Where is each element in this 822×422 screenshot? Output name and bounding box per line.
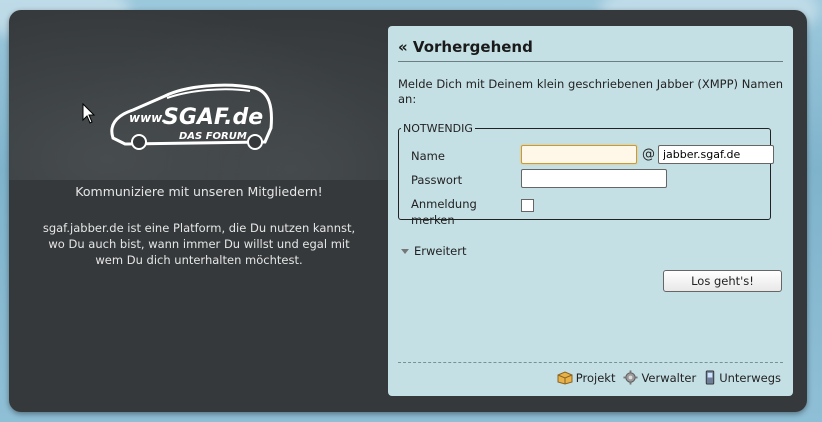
back-link[interactable]: « Vorhergehend bbox=[398, 38, 533, 56]
platform-description: sgaf.jabber.de ist eine Platform, die Du… bbox=[42, 221, 356, 267]
advanced-label: Erweitert bbox=[414, 244, 467, 258]
remember-checkbox[interactable] bbox=[521, 199, 534, 212]
login-instructions: Melde Dich mit Deinem klein geschriebene… bbox=[398, 77, 783, 106]
password-input[interactable] bbox=[521, 169, 667, 188]
phone-icon bbox=[705, 370, 715, 385]
footer-link-projekt[interactable]: Projekt bbox=[557, 370, 616, 385]
footer-link-label: Projekt bbox=[575, 370, 616, 385]
title-divider bbox=[398, 61, 783, 62]
remember-label-line2: merken bbox=[411, 213, 455, 227]
intro-pane: www. SGAF.de DAS FORUM Kommuniziere mit … bbox=[9, 10, 429, 412]
svg-text:www.: www. bbox=[129, 111, 166, 125]
svg-text:DAS FORUM: DAS FORUM bbox=[179, 131, 247, 142]
box-icon bbox=[557, 370, 573, 385]
login-panel: « Vorhergehend Melde Dich mit Deinem kle… bbox=[388, 26, 793, 396]
fieldset-legend: NOTWENDIG bbox=[403, 122, 473, 135]
footer-link-label: Verwalter bbox=[641, 370, 697, 385]
triangle-down-icon bbox=[401, 249, 409, 254]
username-input[interactable] bbox=[521, 145, 637, 164]
footer-link-verwalter[interactable]: Verwalter bbox=[623, 370, 696, 385]
at-sign: @ bbox=[642, 147, 655, 162]
footer-link-unterwegs[interactable]: Unterwegs bbox=[704, 370, 781, 385]
advanced-toggle[interactable]: Erweitert bbox=[401, 244, 467, 258]
required-fieldset: NOTWENDIG Name @ Passwort Anmeldung merk… bbox=[398, 122, 774, 227]
svg-text:SGAF.de: SGAF.de bbox=[163, 105, 263, 130]
footer-links: Projekt Verwalter Unterwegs bbox=[557, 370, 781, 385]
gear-icon bbox=[623, 370, 638, 385]
login-window: www. SGAF.de DAS FORUM Kommuniziere mit … bbox=[9, 10, 807, 412]
remember-label-line1: Anmeldung bbox=[411, 197, 477, 211]
footer-divider bbox=[398, 362, 783, 363]
tagline: Kommuniziere mit unseren Mitgliedern! bbox=[75, 184, 323, 199]
mouse-cursor-icon bbox=[82, 103, 96, 124]
name-label: Name bbox=[411, 149, 445, 163]
footer-link-label: Unterwegs bbox=[719, 370, 781, 385]
login-button[interactable]: Los geht's! bbox=[663, 270, 782, 292]
sgaf-logo: www. SGAF.de DAS FORUM bbox=[110, 83, 273, 150]
domain-input[interactable] bbox=[658, 145, 774, 164]
password-label: Passwort bbox=[411, 173, 463, 187]
